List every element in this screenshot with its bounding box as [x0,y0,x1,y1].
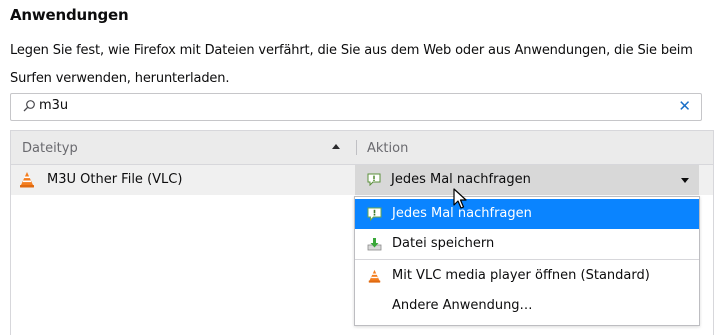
column-divider [356,140,357,155]
menu-item-open-vlc[interactable]: Mit VLC media player öffnen (Standard) [355,261,699,291]
mouse-cursor-icon [453,188,467,209]
search-field[interactable]: m3u ✕ [10,93,702,121]
table-row[interactable]: M3U Other File (VLC) Jedes Mal nachfrage… [11,165,713,195]
file-type-label: M3U Other File (VLC) [47,172,183,187]
menu-item-label: Mit VLC media player öffnen (Standard) [392,268,650,283]
chevron-down-icon [681,178,689,183]
vlc-icon [20,172,34,188]
column-header-dateityp[interactable]: Dateityp [22,141,78,156]
menu-divider [355,259,699,260]
search-input[interactable]: m3u [39,98,68,113]
sort-ascending-icon [332,144,340,149]
menu-item-ask[interactable]: Jedes Mal nachfragen [355,199,699,229]
action-dropdown-menu: Jedes Mal nachfragen Datei speichern Mit… [354,196,700,326]
search-icon [23,100,35,112]
table-header: Dateityp Aktion [11,131,713,165]
menu-item-save-file[interactable]: Datei speichern [355,229,699,259]
section-title: Anwendungen [10,6,129,24]
action-select[interactable]: Jedes Mal nachfragen [355,165,699,195]
menu-item-label: Datei speichern [392,236,495,251]
column-header-aktion[interactable]: Aktion [367,141,408,156]
save-download-icon [367,238,382,251]
menu-item-label: Andere Anwendung… [392,298,533,313]
ask-icon [367,207,382,221]
ask-icon [367,173,381,186]
vlc-icon [368,269,381,283]
section-description: Legen Sie fest, wie Firefox mit Dateien … [10,43,693,86]
close-icon[interactable]: ✕ [678,96,691,116]
menu-item-other-application[interactable]: Andere Anwendung… [355,291,699,321]
action-select-value: Jedes Mal nachfragen [391,172,531,187]
